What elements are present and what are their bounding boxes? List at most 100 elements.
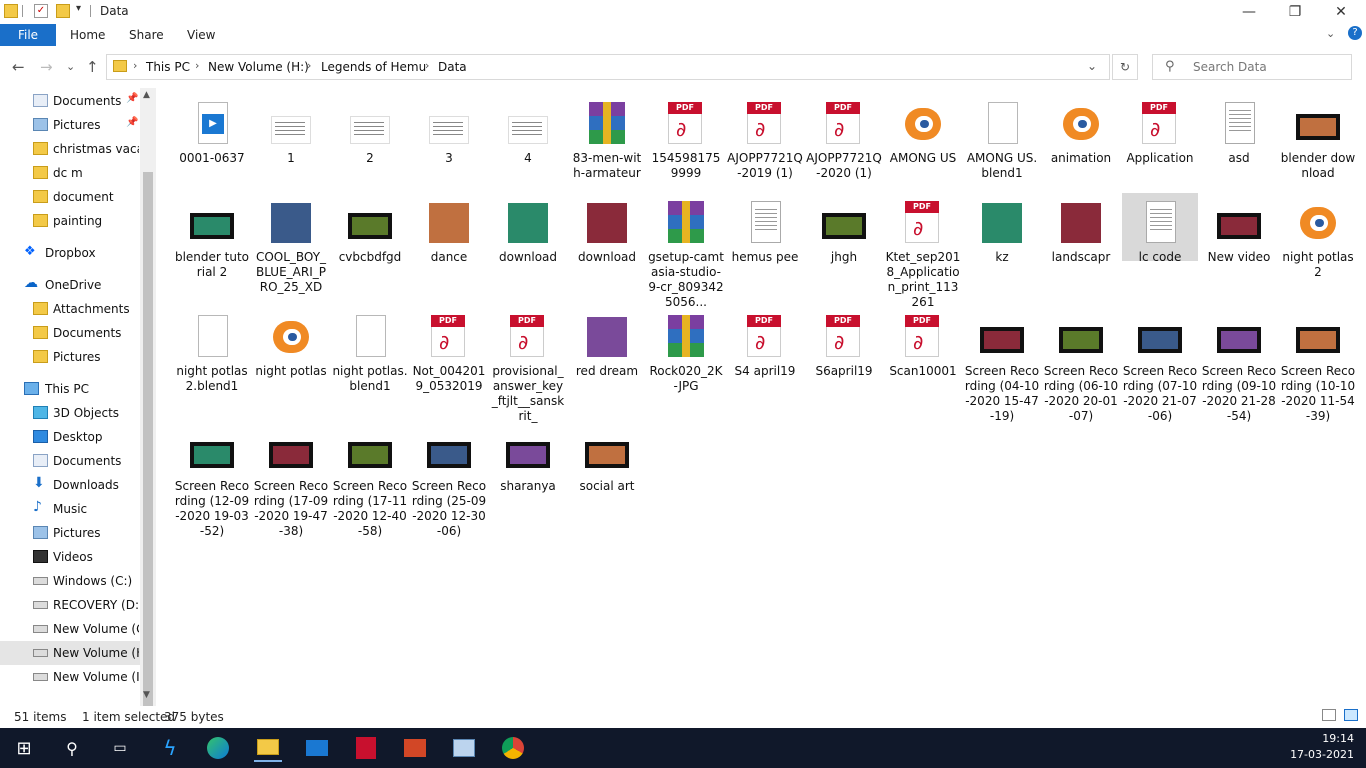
task-view-icon[interactable]: ▭ [106,734,134,762]
bolt-app-icon[interactable]: ϟ [156,734,184,762]
edge-icon[interactable] [204,734,232,762]
file-item[interactable]: night potlas 2 [1280,193,1356,293]
forward-button[interactable]: → [40,58,53,76]
sidebar-item-music[interactable]: ♪ Music [0,497,140,521]
chevron-right-icon[interactable]: › [307,59,311,72]
sidebar-item-christmas-vacation[interactable]: christmas vacati [0,137,140,161]
mail-icon[interactable] [303,734,331,762]
sidebar-item-documents[interactable]: Documents [0,449,140,473]
up-button[interactable]: ↑ [86,58,99,76]
sidebar-item-3d-objects[interactable]: 3D Objects [0,401,140,425]
file-item[interactable]: download [490,193,566,293]
file-item[interactable]: blender download [1280,94,1356,194]
file-item[interactable]: PDF ∂ AJOPP7721Q-2019 (1) [727,94,803,194]
details-view-icon[interactable] [1322,709,1336,721]
file-item[interactable]: Screen Recording (17-11-2020 12-40-58) [332,422,408,538]
sidebar-item-dropbox[interactable]: ❖ Dropbox [0,241,140,265]
file-item[interactable]: ▶ 0001-0637 [174,94,250,194]
breadcrumb-this-pc[interactable]: This PC [146,60,190,74]
search-input[interactable]: Search Data [1193,60,1267,74]
large-icons-view-icon[interactable] [1344,709,1358,721]
tab-share[interactable]: Share [129,28,164,42]
system-clock[interactable]: 19:14 17-03-2021 [1290,731,1354,763]
file-item[interactable]: night potlas [253,307,329,407]
quick-access-dropdown-icon[interactable]: ▾ [76,3,81,14]
file-item[interactable]: Screen Recording (17-09-2020 19-47-38) [253,422,329,538]
file-item[interactable]: landscapr [1043,193,1119,293]
address-dropdown-icon[interactable]: ⌄ [1087,59,1097,73]
file-item[interactable]: PDF ∂ S4 april19 [727,307,803,407]
search-box[interactable]: ⚲ Search Data [1152,54,1352,80]
file-item[interactable]: New video [1201,193,1277,293]
back-button[interactable]: ← [12,58,25,76]
tab-file[interactable]: File [0,24,56,46]
snipping-tool-icon[interactable] [450,734,478,762]
chevron-right-icon[interactable]: › [425,59,429,72]
sidebar-item-dc-m[interactable]: dc m [0,161,140,185]
file-item[interactable]: asd [1201,94,1277,194]
close-button[interactable]: ✕ [1318,0,1364,24]
refresh-button[interactable]: ↻ [1112,54,1138,80]
powerpoint-icon[interactable] [401,734,429,762]
scroll-down-icon[interactable]: ▼ [143,690,150,700]
file-item[interactable]: Screen Recording (07-10-2020 21-07-06) [1122,307,1198,423]
properties-icon[interactable]: ✓ [34,4,48,18]
file-item[interactable]: Rock020_2K-JPG [648,307,724,407]
file-item[interactable]: night potlas.blend1 [332,307,408,407]
start-button[interactable]: ⊞ [10,734,38,762]
chevron-right-icon[interactable]: › [195,59,199,72]
sidebar-item-new-volume-h[interactable]: New Volume (H: [0,641,140,665]
sidebar-item-attachments[interactable]: Attachments [0,297,140,321]
chrome-icon[interactable] [499,734,527,762]
file-item[interactable]: 2 [332,94,408,194]
mcafee-icon[interactable] [352,734,380,762]
sidebar-item-painting[interactable]: painting [0,209,140,233]
sidebar-item-videos[interactable]: Videos [0,545,140,569]
file-item[interactable]: night potlas 2.blend1 [174,307,250,407]
sidebar-item-downloads[interactable]: ⬇ Downloads [0,473,140,497]
file-item[interactable]: 3 [411,94,487,194]
file-item[interactable]: red dream [569,307,645,407]
file-item[interactable]: download [569,193,645,293]
sidebar-item-desktop[interactable]: Desktop [0,425,140,449]
file-item[interactable]: cvbcbdfgd [332,193,408,293]
tab-home[interactable]: Home [70,28,105,42]
sidebar-item-new-volume-g[interactable]: New Volume (G: [0,617,140,641]
file-item[interactable]: animation [1043,94,1119,194]
file-item[interactable]: Screen Recording (09-10-2020 21-28-54) [1201,307,1277,423]
sidebar-item-onedrive-documents[interactable]: Documents [0,321,140,345]
file-item[interactable]: PDF ∂ Application [1122,94,1198,194]
sidebar-item-onedrive-pictures[interactable]: Pictures [0,345,140,369]
chevron-right-icon[interactable]: › [133,59,137,72]
file-item[interactable]: gsetup-camtasia-studio-9-cr_8093425056..… [648,193,724,309]
file-item[interactable]: Screen Recording (04-10-2020 15-47-19) [964,307,1040,423]
sidebar-item-onedrive[interactable]: ☁ OneDrive [0,273,140,297]
minimize-button[interactable]: — [1226,0,1272,24]
file-item[interactable]: lc code [1122,193,1198,264]
breadcrumb-legends-of-hemu[interactable]: Legends of Hemu [321,60,426,74]
file-item[interactable]: Screen Recording (12-09-2020 19-03-52) [174,422,250,538]
file-item[interactable]: AMONG US.blend1 [964,94,1040,194]
file-item[interactable]: PDF ∂ S6april19 [806,307,882,407]
file-item[interactable]: PDF ∂ 1545981759999 [648,94,724,194]
file-item[interactable]: Screen Recording (10-10-2020 11-54-39) [1280,307,1356,423]
sidebar-item-windows-c[interactable]: Windows (C:) [0,569,140,593]
file-item[interactable]: PDF ∂ Ktet_sep2018_Application_print_11326… [885,193,961,309]
address-bar[interactable]: › This PC › New Volume (H:) › Legends of… [106,54,1110,80]
file-item[interactable]: hemus pee [727,193,803,293]
breadcrumb-data[interactable]: Data [438,60,467,74]
file-item[interactable]: social art [569,422,645,522]
scroll-up-icon[interactable]: ▲ [143,90,150,100]
file-item[interactable]: PDF ∂ Scan10001 [885,307,961,407]
tab-view[interactable]: View [187,28,215,42]
new-folder-icon[interactable] [56,4,70,18]
file-item[interactable]: COOL_BOY_BLUE_ARI_PRO_25_XD [253,193,329,294]
file-item[interactable]: AMONG US [885,94,961,194]
search-taskbar-icon[interactable]: ⚲ [58,734,86,762]
restore-button[interactable]: ❐ [1272,0,1318,24]
file-item[interactable]: jhgh [806,193,882,293]
sidebar-item-document[interactable]: document [0,185,140,209]
sidebar-item-documents-quick[interactable]: Documents 📌 [0,89,140,113]
file-item[interactable]: kz [964,193,1040,293]
file-item[interactable]: sharanya [490,422,566,522]
